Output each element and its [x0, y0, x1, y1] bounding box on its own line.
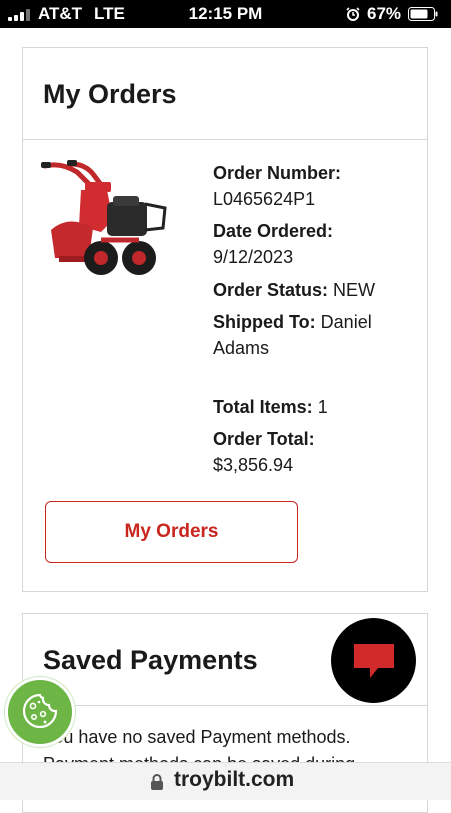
saved-payments-title: Saved Payments: [43, 645, 258, 675]
orders-card-header: My Orders: [23, 48, 427, 140]
order-number-row: Order Number: L0465624P1: [213, 160, 413, 212]
tiller-product-image: [41, 160, 167, 275]
order-total-label: Order Total:: [213, 429, 315, 449]
date-ordered-label: Date Ordered:: [213, 221, 334, 241]
date-ordered-row: Date Ordered: 9/12/2023: [213, 218, 413, 270]
total-items-row: Total Items: 1: [213, 394, 413, 420]
my-orders-button[interactable]: My Orders: [45, 501, 298, 563]
alarm-icon: [346, 7, 360, 21]
battery-icon: [408, 7, 438, 21]
url-domain: troybilt.com: [174, 768, 295, 791]
total-items-value: 1: [317, 397, 328, 417]
order-total-row: Order Total: $3,856.94: [213, 426, 413, 478]
shipped-to-row: Shipped To: Daniel Adams: [213, 309, 413, 361]
order-number-value: L0465624P1: [213, 189, 316, 209]
browser-url-bar[interactable]: troybilt.com: [0, 762, 451, 800]
orders-card: My Orders Order Number: L0465624P1 Date …: [22, 47, 428, 592]
order-total-value: $3,856.94: [213, 455, 294, 475]
date-ordered-value: 9/12/2023: [213, 247, 294, 267]
order-number-label: Order Number:: [213, 163, 342, 183]
chat-icon: [354, 644, 394, 678]
order-status-value: NEW: [333, 280, 376, 300]
total-items-label: Total Items:: [213, 397, 313, 417]
battery-percent: 67%: [367, 4, 402, 23]
shipped-to-label: Shipped To:: [213, 312, 316, 332]
cookie-icon: [22, 693, 58, 729]
status-bar: AT&T LTE 12:15 PM 67%: [0, 0, 451, 28]
chat-button[interactable]: [331, 618, 416, 703]
order-status-row: Order Status: NEW: [213, 277, 413, 303]
lock-icon: [151, 774, 163, 790]
orders-title: My Orders: [43, 79, 177, 109]
order-status-label: Order Status:: [213, 280, 329, 300]
cookie-settings-button[interactable]: [5, 677, 75, 747]
